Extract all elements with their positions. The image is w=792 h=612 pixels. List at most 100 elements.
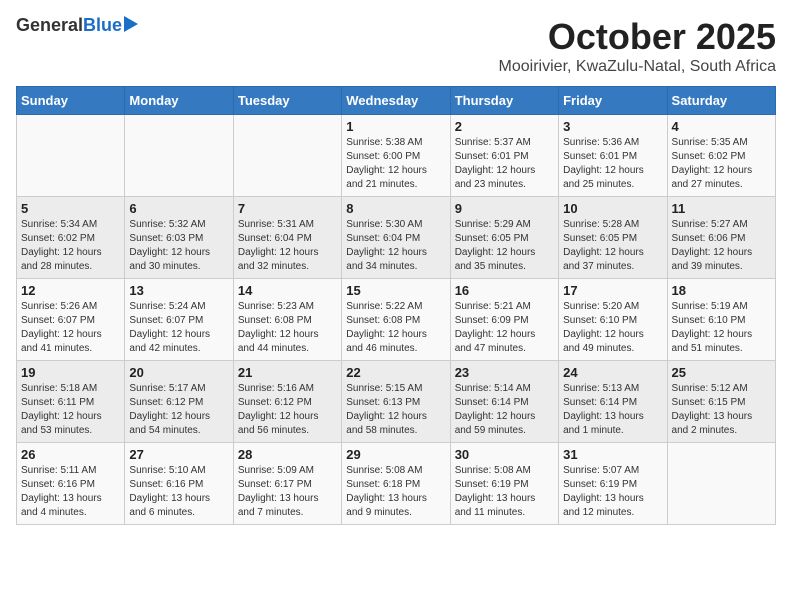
- page-header: General Blue October 2025 Mooirivier, Kw…: [16, 16, 776, 76]
- calendar-cell: 23 Sunrise: 5:14 AM Sunset: 6:14 PM Dayli…: [450, 361, 558, 443]
- day-info: Sunrise: 5:34 AM Sunset: 6:02 PM Dayligh…: [21, 218, 120, 274]
- day-info: Sunrise: 5:32 AM Sunset: 6:03 PM Dayligh…: [129, 218, 228, 274]
- day-info: Sunrise: 5:31 AM Sunset: 6:04 PM Dayligh…: [238, 218, 337, 274]
- calendar-cell: 24 Sunrise: 5:13 AM Sunset: 6:14 PM Dayli…: [559, 361, 667, 443]
- day-info: Sunrise: 5:26 AM Sunset: 6:07 PM Dayligh…: [21, 300, 120, 356]
- calendar-week-5: 26 Sunrise: 5:11 AM Sunset: 6:16 PM Dayli…: [17, 443, 776, 525]
- calendar-cell: [233, 115, 341, 197]
- calendar-cell: 6 Sunrise: 5:32 AM Sunset: 6:03 PM Daylig…: [125, 197, 233, 279]
- calendar-cell: 13Sunrise: 5:24 AM Sunset: 6:07 PM Dayli…: [125, 279, 233, 361]
- day-number: 3: [563, 119, 662, 134]
- calendar-week-4: 19 Sunrise: 5:18 AM Sunset: 6:11 PM Dayli…: [17, 361, 776, 443]
- day-number: 15: [346, 283, 445, 298]
- calendar-cell: 7 Sunrise: 5:31 AM Sunset: 6:04 PM Daylig…: [233, 197, 341, 279]
- day-number: 12: [21, 283, 120, 298]
- day-info: Sunrise: 5:12 AM Sunset: 6:15 PM Dayligh…: [672, 382, 771, 438]
- day-info: Sunrise: 5:38 AM Sunset: 6:00 PM Dayligh…: [346, 136, 445, 192]
- day-info: Sunrise: 5:37 AM Sunset: 6:01 PM Dayligh…: [455, 136, 554, 192]
- day-number: 2: [455, 119, 554, 134]
- col-header-saturday: Saturday: [667, 87, 775, 115]
- day-info: Sunrise: 5:07 AM Sunset: 6:19 PM Dayligh…: [563, 464, 662, 520]
- calendar-cell: 21Sunrise: 5:16 AM Sunset: 6:12 PM Dayli…: [233, 361, 341, 443]
- day-number: 23: [455, 365, 554, 380]
- day-info: Sunrise: 5:18 AM Sunset: 6:11 PM Dayligh…: [21, 382, 120, 438]
- day-number: 30: [455, 447, 554, 462]
- col-header-friday: Friday: [559, 87, 667, 115]
- calendar-cell: 20Sunrise: 5:17 AM Sunset: 6:12 PM Dayli…: [125, 361, 233, 443]
- calendar-header-row: SundayMondayTuesdayWednesdayThursdayFrid…: [17, 87, 776, 115]
- day-info: Sunrise: 5:23 AM Sunset: 6:08 PM Dayligh…: [238, 300, 337, 356]
- calendar-cell: 17 Sunrise: 5:20 AM Sunset: 6:10 PM Dayli…: [559, 279, 667, 361]
- col-header-thursday: Thursday: [450, 87, 558, 115]
- logo: General Blue: [16, 16, 138, 34]
- calendar-cell: 27Sunrise: 5:10 AM Sunset: 6:16 PM Dayli…: [125, 443, 233, 525]
- calendar-cell: 4Sunrise: 5:35 AM Sunset: 6:02 PM Daylig…: [667, 115, 775, 197]
- calendar-cell: 29 Sunrise: 5:08 AM Sunset: 6:18 PM Dayli…: [342, 443, 450, 525]
- day-number: 20: [129, 365, 228, 380]
- day-number: 31: [563, 447, 662, 462]
- calendar-cell: 5 Sunrise: 5:34 AM Sunset: 6:02 PM Daylig…: [17, 197, 125, 279]
- page-title: October 2025: [499, 16, 776, 58]
- day-info: Sunrise: 5:16 AM Sunset: 6:12 PM Dayligh…: [238, 382, 337, 438]
- day-info: Sunrise: 5:20 AM Sunset: 6:10 PM Dayligh…: [563, 300, 662, 356]
- calendar-table: SundayMondayTuesdayWednesdayThursdayFrid…: [16, 86, 776, 525]
- calendar-cell: 10Sunrise: 5:28 AM Sunset: 6:05 PM Dayli…: [559, 197, 667, 279]
- day-info: Sunrise: 5:36 AM Sunset: 6:01 PM Dayligh…: [563, 136, 662, 192]
- day-number: 11: [672, 201, 771, 216]
- day-number: 17: [563, 283, 662, 298]
- col-header-tuesday: Tuesday: [233, 87, 341, 115]
- day-info: Sunrise: 5:09 AM Sunset: 6:17 PM Dayligh…: [238, 464, 337, 520]
- calendar-cell: 8 Sunrise: 5:30 AM Sunset: 6:04 PM Daylig…: [342, 197, 450, 279]
- calendar-cell: 12 Sunrise: 5:26 AM Sunset: 6:07 PM Dayli…: [17, 279, 125, 361]
- calendar-cell: 30 Sunrise: 5:08 AM Sunset: 6:19 PM Dayli…: [450, 443, 558, 525]
- day-info: Sunrise: 5:19 AM Sunset: 6:10 PM Dayligh…: [672, 300, 771, 356]
- day-number: 5: [21, 201, 120, 216]
- col-header-sunday: Sunday: [17, 87, 125, 115]
- day-number: 26: [21, 447, 120, 462]
- calendar-cell: 26 Sunrise: 5:11 AM Sunset: 6:16 PM Dayli…: [17, 443, 125, 525]
- day-number: 25: [672, 365, 771, 380]
- day-number: 7: [238, 201, 337, 216]
- calendar-cell: [125, 115, 233, 197]
- day-number: 19: [21, 365, 120, 380]
- calendar-week-3: 12 Sunrise: 5:26 AM Sunset: 6:07 PM Dayli…: [17, 279, 776, 361]
- day-number: 24: [563, 365, 662, 380]
- day-info: Sunrise: 5:35 AM Sunset: 6:02 PM Dayligh…: [672, 136, 771, 192]
- calendar-cell: [17, 115, 125, 197]
- title-area: October 2025 Mooirivier, KwaZulu-Natal, …: [499, 16, 776, 76]
- day-info: Sunrise: 5:13 AM Sunset: 6:14 PM Dayligh…: [563, 382, 662, 438]
- calendar-cell: [667, 443, 775, 525]
- logo-text-group: General Blue: [16, 16, 138, 34]
- day-number: 18: [672, 283, 771, 298]
- logo-general: General: [16, 16, 83, 34]
- calendar-cell: 11Sunrise: 5:27 AM Sunset: 6:06 PM Dayli…: [667, 197, 775, 279]
- col-header-wednesday: Wednesday: [342, 87, 450, 115]
- calendar-cell: 1 Sunrise: 5:38 AM Sunset: 6:00 PM Daylig…: [342, 115, 450, 197]
- logo-arrow-icon: [124, 16, 138, 32]
- calendar-cell: 28Sunrise: 5:09 AM Sunset: 6:17 PM Dayli…: [233, 443, 341, 525]
- day-info: Sunrise: 5:30 AM Sunset: 6:04 PM Dayligh…: [346, 218, 445, 274]
- day-number: 9: [455, 201, 554, 216]
- calendar-cell: 19 Sunrise: 5:18 AM Sunset: 6:11 PM Dayli…: [17, 361, 125, 443]
- calendar-cell: 14 Sunrise: 5:23 AM Sunset: 6:08 PM Dayli…: [233, 279, 341, 361]
- calendar-week-2: 5 Sunrise: 5:34 AM Sunset: 6:02 PM Daylig…: [17, 197, 776, 279]
- day-info: Sunrise: 5:08 AM Sunset: 6:18 PM Dayligh…: [346, 464, 445, 520]
- calendar-week-1: 1 Sunrise: 5:38 AM Sunset: 6:00 PM Daylig…: [17, 115, 776, 197]
- day-number: 6: [129, 201, 228, 216]
- calendar-cell: 25 Sunrise: 5:12 AM Sunset: 6:15 PM Dayli…: [667, 361, 775, 443]
- day-number: 13: [129, 283, 228, 298]
- day-info: Sunrise: 5:10 AM Sunset: 6:16 PM Dayligh…: [129, 464, 228, 520]
- calendar-cell: 2 Sunrise: 5:37 AM Sunset: 6:01 PM Daylig…: [450, 115, 558, 197]
- day-number: 29: [346, 447, 445, 462]
- page-subtitle: Mooirivier, KwaZulu-Natal, South Africa: [499, 58, 776, 76]
- col-header-monday: Monday: [125, 87, 233, 115]
- day-number: 1: [346, 119, 445, 134]
- day-info: Sunrise: 5:11 AM Sunset: 6:16 PM Dayligh…: [21, 464, 120, 520]
- logo-blue: Blue: [83, 16, 122, 34]
- day-number: 8: [346, 201, 445, 216]
- day-info: Sunrise: 5:14 AM Sunset: 6:14 PM Dayligh…: [455, 382, 554, 438]
- day-info: Sunrise: 5:28 AM Sunset: 6:05 PM Dayligh…: [563, 218, 662, 274]
- calendar-cell: 31 Sunrise: 5:07 AM Sunset: 6:19 PM Dayli…: [559, 443, 667, 525]
- day-info: Sunrise: 5:08 AM Sunset: 6:19 PM Dayligh…: [455, 464, 554, 520]
- day-number: 14: [238, 283, 337, 298]
